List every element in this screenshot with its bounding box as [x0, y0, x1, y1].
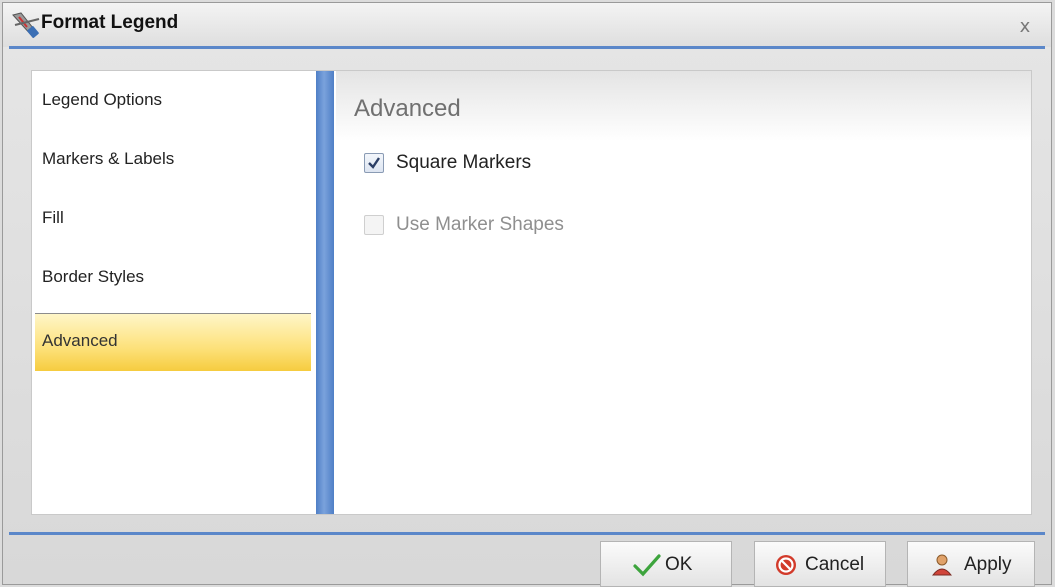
- title-divider: [9, 46, 1045, 49]
- category-nav: Legend Options Markers & Labels Fill Bor…: [32, 71, 314, 514]
- apply-button[interactable]: Apply: [907, 541, 1035, 587]
- title-bar[interactable]: Format Legend x: [3, 3, 1051, 47]
- cancel-button[interactable]: Cancel: [754, 541, 886, 587]
- use-marker-shapes-label: Use Marker Shapes: [396, 214, 564, 235]
- format-tools-icon: [11, 11, 43, 41]
- footer-divider: [9, 532, 1045, 535]
- ok-button[interactable]: OK: [600, 541, 732, 587]
- nav-item-advanced[interactable]: Advanced: [35, 313, 311, 371]
- panel-header: Advanced: [336, 71, 1031, 141]
- format-legend-dialog: Format Legend x Legend Options Markers &…: [2, 2, 1052, 587]
- apply-label: Apply: [964, 554, 1012, 575]
- square-markers-label[interactable]: Square Markers: [396, 152, 531, 174]
- nav-item-legend-options[interactable]: Legend Options: [42, 75, 312, 125]
- nav-item-fill[interactable]: Fill: [42, 193, 312, 243]
- use-marker-shapes-checkbox: [364, 215, 384, 235]
- user-icon: [930, 553, 958, 577]
- dialog-title: Format Legend: [41, 12, 179, 33]
- cancel-label: Cancel: [805, 554, 865, 575]
- ok-label: OK: [665, 554, 693, 575]
- close-button[interactable]: x: [1015, 17, 1035, 37]
- no-entry-icon: [773, 553, 801, 577]
- checkmark-icon: [633, 553, 661, 577]
- dialog-body: Legend Options Markers & Labels Fill Bor…: [31, 70, 1032, 515]
- pane-splitter[interactable]: [316, 71, 334, 514]
- nav-item-markers-labels[interactable]: Markers & Labels: [42, 134, 312, 184]
- panel-title: Advanced: [354, 95, 461, 122]
- checkmark-icon: [368, 157, 380, 169]
- nav-item-border-styles[interactable]: Border Styles: [42, 252, 312, 302]
- square-markers-checkbox[interactable]: [364, 153, 384, 173]
- advanced-panel: Advanced Square Markers Use Marker Shape…: [336, 71, 1031, 514]
